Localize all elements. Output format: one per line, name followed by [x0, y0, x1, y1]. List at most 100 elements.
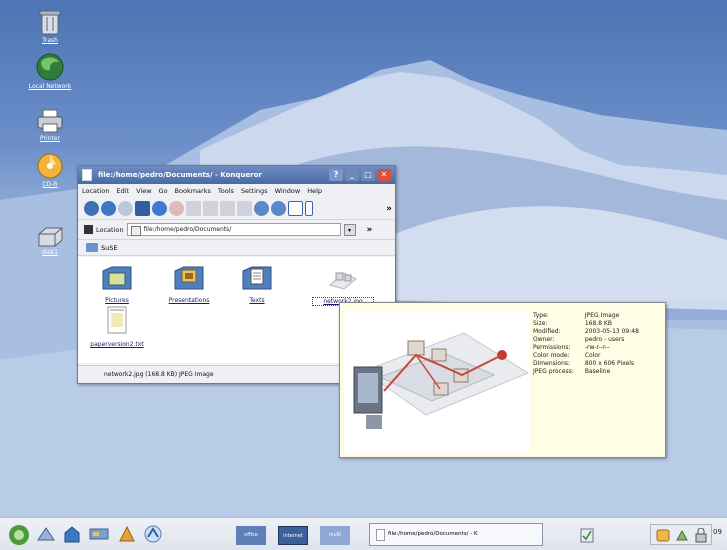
cut-icon[interactable] — [186, 201, 201, 216]
kde-menu-icon[interactable] — [8, 524, 30, 546]
minimize-button[interactable]: _ — [345, 169, 359, 181]
printer-icon — [37, 109, 63, 133]
file-properties-table: Type: JPEG Image Size: 168.8 KB Modified: 2… — [533, 312, 642, 376]
property-value: 168.8 KB — [584, 320, 612, 327]
property-value: Baseline — [584, 368, 611, 375]
window-titlebar[interactable]: file:/home/pedro/Documents/ - Konqueror … — [78, 166, 395, 184]
property-row: Type: JPEG Image — [533, 312, 642, 320]
desktop-icon-printer[interactable]: Printer — [20, 108, 80, 142]
location-overflow-icon[interactable]: » — [367, 225, 373, 235]
folder-icon — [86, 243, 98, 252]
bookmark-toolbar: SuSE — [78, 240, 395, 256]
up-icon[interactable] — [84, 201, 99, 216]
file-item[interactable]: Texts — [226, 261, 288, 304]
globe-icon — [36, 53, 64, 81]
file-item[interactable]: Presentations — [158, 261, 220, 304]
property-row: JPEG process: Baseline — [533, 368, 642, 376]
property-row: Owner: pedro - users — [533, 336, 642, 344]
desktop-icon-disk[interactable]: disk1 — [20, 226, 80, 256]
clock[interactable]: 09 — [713, 528, 722, 536]
property-key: Type: — [533, 312, 549, 319]
toolbar-overflow-icon[interactable]: » — [386, 204, 392, 214]
desktop-icon-trash[interactable]: Trash — [20, 8, 80, 44]
window-title: file:/home/pedro/Documents/ - Konqueror — [98, 171, 262, 179]
suse-help-icon[interactable] — [116, 523, 138, 545]
taskbar: office internet multi file:/home/pedro/D… — [0, 517, 727, 550]
update-icon[interactable] — [656, 529, 670, 542]
desktop-icon-label: CD-R — [42, 181, 58, 188]
copy-icon[interactable] — [203, 201, 218, 216]
home-icon[interactable] — [135, 201, 150, 216]
property-key: Modified: — [533, 328, 561, 335]
reload-icon[interactable] — [152, 201, 167, 216]
zoom-out-icon[interactable] — [271, 201, 286, 216]
file-label: Pictures — [105, 297, 129, 304]
maximize-button[interactable]: □ — [361, 169, 375, 181]
taskbar-task-konqueror[interactable]: file:/home/pedro/Documents/ - K — [369, 523, 543, 546]
location-bar: Location file:/home/pedro/Documents/ ▾ » — [78, 220, 395, 240]
file-tooltip: Type: JPEG Image Size: 168.8 KB Modified: 2… — [339, 302, 666, 458]
lock-icon[interactable] — [694, 528, 708, 543]
file-item[interactable]: Pictures — [86, 261, 148, 304]
network-icon[interactable] — [675, 529, 689, 542]
stop-icon[interactable] — [169, 201, 184, 216]
menu-window[interactable]: Window — [275, 187, 301, 195]
desktop-icon-local-network[interactable]: Local Network — [20, 52, 80, 90]
desktop-icon-cdr[interactable]: CD-R — [20, 152, 80, 188]
back-icon[interactable] — [101, 201, 116, 216]
clipboard-icon[interactable] — [578, 526, 596, 544]
property-key: Dimensions: — [533, 360, 571, 367]
bookmark-suse[interactable]: SuSE — [101, 244, 117, 252]
close-button[interactable]: ✕ — [377, 169, 391, 181]
property-key: JPEG process: — [533, 368, 574, 375]
property-value: JPEG Image — [584, 312, 620, 319]
print-icon[interactable] — [237, 201, 252, 216]
property-key: Owner: — [533, 336, 555, 343]
menu-bookmarks[interactable]: Bookmarks — [175, 187, 211, 195]
folder-texts-icon — [242, 266, 272, 290]
menu-tools[interactable]: Tools — [218, 187, 234, 195]
icon-view-icon[interactable] — [288, 201, 303, 216]
desktop-icon-label: Trash — [42, 37, 58, 44]
property-value: -rw-r--r-- — [584, 344, 610, 351]
home-folder-icon[interactable] — [62, 524, 82, 544]
forward-icon[interactable] — [118, 201, 133, 216]
property-row: Permissions: -rw-r--r-- — [533, 344, 642, 352]
pager-desktop-multi[interactable]: multi — [320, 526, 350, 545]
file-label: paperversion2.txt — [90, 341, 144, 348]
menu-location[interactable]: Location — [82, 187, 110, 195]
clear-location-icon[interactable] — [84, 225, 93, 234]
pager-desktop-internet[interactable]: internet — [278, 526, 308, 545]
desktop-icon-label: disk1 — [42, 249, 58, 256]
desktop-icon-label: Printer — [40, 135, 60, 142]
property-key: Size: — [533, 320, 548, 327]
main-toolbar: » — [78, 198, 395, 220]
menu-help[interactable]: Help — [307, 187, 322, 195]
file-item[interactable]: network2.jpg — [312, 261, 374, 306]
location-input[interactable]: file:/home/pedro/Documents/ — [126, 223, 341, 236]
list-view-icon[interactable] — [305, 201, 313, 216]
control-center-icon[interactable] — [88, 525, 110, 543]
document-icon — [82, 169, 92, 181]
file-item[interactable]: paperversion2.txt — [86, 305, 148, 348]
menu-view[interactable]: View — [136, 187, 151, 195]
help-button[interactable]: ? — [329, 169, 343, 181]
file-label: Presentations — [168, 297, 210, 304]
menu-go[interactable]: Go — [159, 187, 168, 195]
show-desktop-icon[interactable] — [36, 524, 56, 544]
pager-desktop-office[interactable]: office — [236, 526, 266, 545]
menu-settings[interactable]: Settings — [241, 187, 268, 195]
property-row: Modified: 2003-05-13 09:48 — [533, 328, 642, 336]
property-row: Size: 168.8 KB — [533, 320, 642, 328]
menubar: Location Edit View Go Bookmarks Tools Se… — [78, 184, 395, 198]
location-dropdown-button[interactable]: ▾ — [343, 223, 356, 236]
menu-edit[interactable]: Edit — [117, 187, 130, 195]
property-row: Dimensions: 800 x 606 Pixels — [533, 360, 642, 368]
location-label: Location — [96, 225, 124, 234]
folder-presentations-icon — [174, 266, 204, 290]
zoom-in-icon[interactable] — [254, 201, 269, 216]
paste-icon[interactable] — [220, 201, 235, 216]
hard-disk-icon — [38, 227, 63, 247]
web-browser-icon[interactable] — [142, 523, 164, 545]
property-row: Color mode: Color — [533, 352, 642, 360]
